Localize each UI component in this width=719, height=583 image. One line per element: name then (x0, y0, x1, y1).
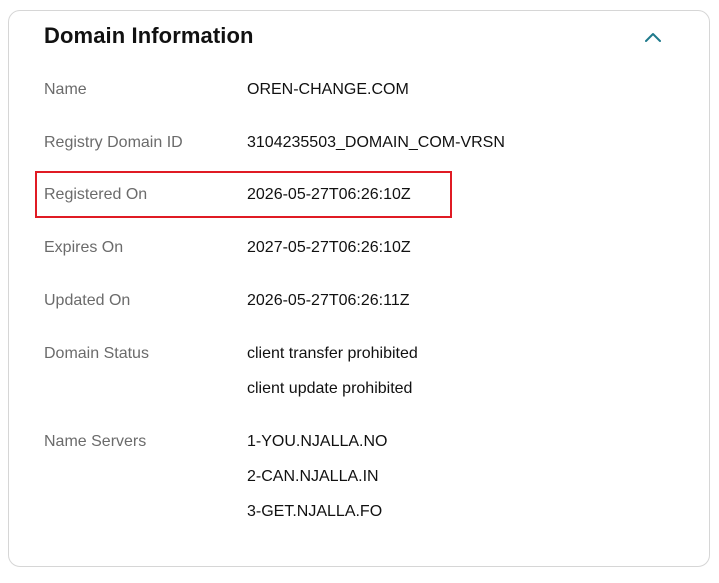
name-servers-label: Name Servers (44, 433, 147, 450)
registered-on-label: Registered On (44, 186, 148, 203)
expires-on-label: Expires On (44, 239, 124, 256)
updated-on-label: Updated On (44, 292, 131, 309)
card-title: Domain Information (44, 23, 254, 48)
name-server-value: 1-YOU.NJALLA.NO (247, 433, 388, 450)
domain-status-value: client transfer prohibited (247, 345, 418, 362)
updated-on-value: 2026-05-27T06:26:11Z (247, 292, 410, 309)
registered-on-value: 2026-05-27T06:26:10Z (247, 186, 411, 203)
name-value: OREN-CHANGE.COM (247, 81, 409, 98)
name-server-value: 3-GET.NJALLA.FO (247, 503, 383, 520)
collapse-button[interactable] (641, 25, 665, 49)
registry-domain-id-value: 3104235503_DOMAIN_COM-VRSN (247, 134, 505, 151)
name-label: Name (44, 81, 87, 98)
name-server-value: 2-CAN.NJALLA.IN (247, 468, 379, 485)
domain-information-card: Domain Information Name OREN-CHANGE.COM … (8, 10, 710, 567)
chevron-up-icon (645, 33, 661, 42)
registry-domain-id-label: Registry Domain ID (44, 134, 183, 151)
expires-on-value: 2027-05-27T06:26:10Z (247, 239, 411, 256)
domain-status-value: client update prohibited (247, 380, 413, 397)
domain-status-label: Domain Status (44, 345, 149, 362)
